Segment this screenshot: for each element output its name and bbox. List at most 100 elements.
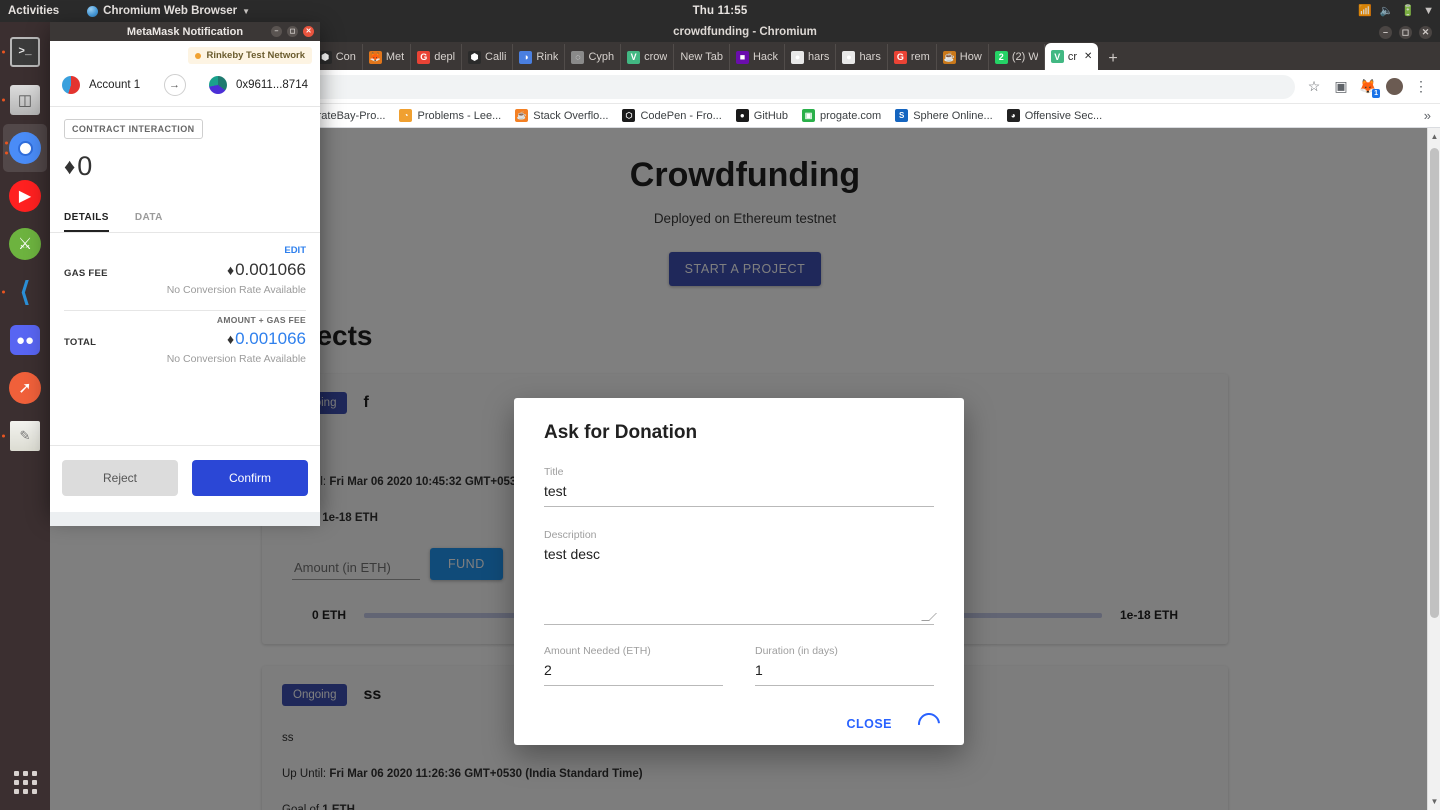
browser-tab[interactable]: 2 (2) W [989,44,1045,70]
tab-favicon-icon: ⬢ [318,50,332,64]
close-button[interactable]: CLOSE [846,717,892,731]
maximize-button[interactable]: ◻ [1399,25,1412,39]
metamask-badge-count: 1 [1372,89,1380,98]
browser-tab[interactable]: Grem [888,44,937,70]
ask-for-donation-dialog: Ask for Donation Title test Description … [514,398,964,745]
network-name: Rinkeby Test Network [206,50,305,61]
tab-label: rem [910,51,930,63]
dock-item-terminal[interactable]: >_ [0,28,50,76]
avatar[interactable] [1386,78,1403,95]
close-button[interactable]: ✕ [303,26,314,37]
metamask-extension-icon[interactable]: 🦊 1 [1359,78,1380,98]
browser-tab[interactable]: ■ Hack [730,44,786,70]
network-status-dot-icon [195,52,202,59]
bookmark-label: progate.com [820,109,882,122]
tab-favicon-icon: V [627,50,641,64]
clock[interactable]: Thu 11:55 [0,5,1440,17]
browser-tab[interactable]: Gdepl [411,44,463,70]
dock-item-youtube-music[interactable]: ▶ [0,172,50,220]
bookmark-item[interactable]: S Sphere Online... [895,109,993,122]
description-field-label: Description [544,529,597,541]
bookmarks-overflow-icon[interactable]: » [1424,108,1431,123]
from-account[interactable]: Account 1 [62,76,140,94]
title-field-label: Title [544,466,564,478]
scroll-down-icon[interactable]: ▼ [1428,795,1440,808]
running-indicator [5,141,8,145]
maximize-button[interactable]: ◻ [287,26,298,37]
duration-label: Duration (in days) [755,645,838,657]
dock-item-chromium[interactable] [3,124,47,172]
confirm-button[interactable]: Confirm [192,460,308,496]
browser-tab[interactable]: ◌ Cyph [565,44,622,70]
bookmark-favicon-icon: ◔ [399,109,413,122]
bookmark-item[interactable]: ● GitHub [735,109,788,122]
amount-needed-field: Amount Needed (ETH) 2 [544,645,723,686]
metamask-body: CONTRACT INTERACTION ♦ 0 [50,107,320,182]
browser-tab[interactable]: 🦊 Met [363,44,412,70]
running-indicator [5,151,8,155]
bookmark-item[interactable]: ◔ Problems - Lee... [399,109,501,122]
tab-data[interactable]: DATA [135,212,163,232]
vertical-scrollbar[interactable]: ▲ ▼ [1427,128,1440,810]
dock-item-postman[interactable]: ➚ [0,364,50,412]
dock-item-discord[interactable]: ●● [0,316,50,364]
close-tab-icon[interactable]: ✕ [1084,51,1092,62]
bookmark-star-icon[interactable]: ☆ [1305,78,1323,95]
bookmark-label: Offensive Sec... [1024,109,1103,122]
description-textarea[interactable]: test desc [544,541,937,625]
running-indicator [2,98,5,102]
browser-tab[interactable]: ☕ How [937,44,989,70]
scroll-up-icon[interactable]: ▲ [1428,130,1440,143]
browser-tab[interactable]: ● hars [785,44,837,70]
browser-tab[interactable]: ◑ Rink [513,44,566,70]
minimize-button[interactable]: – [1379,25,1392,39]
eth-symbol-icon: ♦ [226,331,235,347]
arrow-right-icon: → [163,74,186,96]
running-indicator [2,434,5,438]
total-note: No Conversion Rate Available [166,353,306,365]
network-badge[interactable]: Rinkeby Test Network [188,47,312,64]
browser-tab[interactable]: Vcr ✕ [1044,43,1099,70]
chrome-menu-icon[interactable]: ⋮ [1412,78,1430,95]
reject-button[interactable]: Reject [62,460,178,496]
bookmark-item[interactable]: ▣ progate.com [802,109,881,122]
translate-icon[interactable]: ▣ [1332,78,1350,95]
title-input[interactable]: test [544,478,934,507]
to-account[interactable]: 0x9611...8714 [208,76,308,94]
amount-needed-label: Amount Needed (ETH) [544,645,651,657]
tab-label: New Tab [680,51,723,63]
close-button[interactable]: ✕ [1419,25,1432,39]
tab-details[interactable]: DETAILS [64,212,109,232]
bookmark-item[interactable]: ⬡ CodePen - Fro... [622,109,722,122]
browser-tab[interactable]: ⬢ Con [313,44,363,70]
bookmark-item[interactable]: ☕ Stack Overflo... [515,109,608,122]
browser-tab[interactable]: ⬢ Calli [462,44,514,70]
volume-muted-icon[interactable]: 🔈 [1380,5,1394,17]
edit-gas-link[interactable]: EDIT [64,233,306,256]
dock-item-files[interactable]: ◫ [0,76,50,124]
dock-item-android-studio[interactable]: ⚔ [0,220,50,268]
resize-handle-icon[interactable] [921,613,937,621]
show-applications-button[interactable] [0,762,50,802]
wifi-icon[interactable]: 📶 [1358,5,1372,17]
browser-tab[interactable]: New Tab [674,44,730,70]
duration-input[interactable]: 1 [755,657,934,686]
new-tab-button[interactable]: + [1098,50,1127,70]
metamask-tabs: DETAILS DATA [50,212,320,233]
bookmark-item[interactable]: ◕ Offensive Sec... [1006,109,1103,122]
tab-label: crow [644,51,668,63]
minimize-button[interactable]: – [271,26,282,37]
scrollbar-thumb[interactable] [1430,148,1439,618]
power-caret-icon[interactable]: ▼ [1423,5,1434,17]
dock-item-vs-code[interactable]: ⟨ [0,268,50,316]
dock-item-notes[interactable]: ✎ [0,412,50,460]
battery-icon[interactable]: 🔋 [1401,5,1415,17]
browser-tab[interactable]: Vcrow [621,44,675,70]
amount-needed-input[interactable]: 2 [544,657,723,686]
tab-label: depl [434,51,456,63]
fee-rows: EDIT GAS FEE ♦ 0.001066 No Conversion Ra… [50,233,320,377]
divider [64,310,306,311]
browser-tab[interactable]: ● hars [836,44,888,70]
window-controls: – ◻ ✕ [1379,25,1432,39]
tab-label: Met [385,51,405,63]
